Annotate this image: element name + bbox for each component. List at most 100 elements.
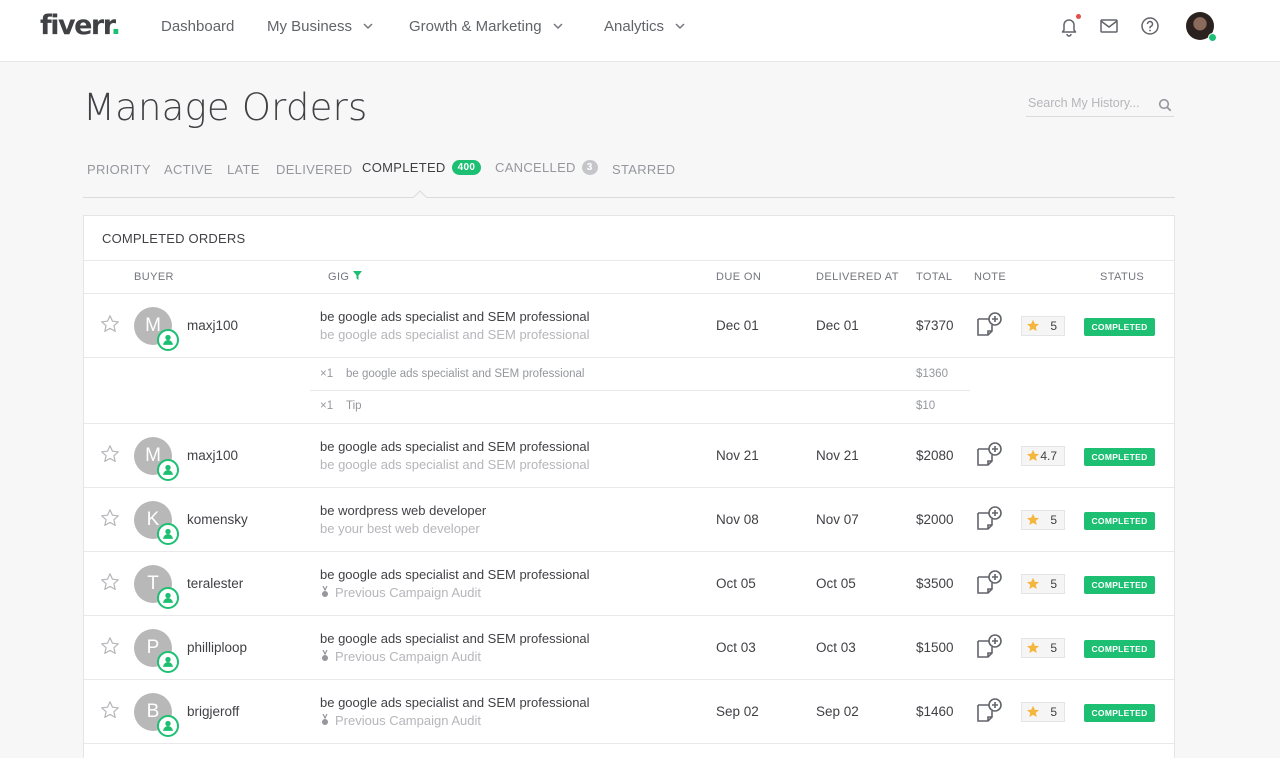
repeat-buyer-icon: [157, 587, 179, 609]
status-badge[interactable]: COMPLETED: [1084, 576, 1155, 594]
tab-delivered[interactable]: DELIVERED: [276, 162, 352, 177]
table-row[interactable]: P philliploop be google ads specialist a…: [84, 616, 1174, 680]
buyer-username[interactable]: teralester: [187, 576, 243, 591]
tab-cancelled[interactable]: CANCELLED 3: [495, 160, 598, 175]
buyer-username[interactable]: maxj100: [187, 318, 238, 333]
buyer-username[interactable]: maxj100: [187, 448, 238, 463]
column-header-due-on[interactable]: DUE ON: [716, 271, 761, 283]
status-badge[interactable]: COMPLETED: [1084, 704, 1155, 722]
chevron-down-icon: [363, 23, 373, 30]
status-badge[interactable]: COMPLETED: [1084, 512, 1155, 530]
table-row[interactable]: K komensky be wordpress web developer be…: [84, 488, 1174, 552]
rating-star-icon: [1027, 449, 1039, 461]
gig-extra-subtitle: Previous Campaign Audit: [320, 649, 481, 664]
star-icon[interactable]: [100, 572, 120, 592]
status-badge[interactable]: COMPLETED: [1084, 318, 1155, 336]
card-title: COMPLETED ORDERS: [102, 231, 246, 246]
extra-description: be google ads specialist and SEM profess…: [346, 368, 585, 380]
column-header-buyer[interactable]: BUYER: [134, 271, 174, 283]
add-note-icon[interactable]: [975, 441, 1003, 469]
buyer-username[interactable]: philliploop: [187, 640, 247, 655]
user-avatar[interactable]: [1186, 12, 1217, 42]
tab-priority[interactable]: PRIORITY: [87, 162, 151, 177]
order-extras: ×1 be google ads specialist and SEM prof…: [84, 359, 1174, 424]
star-icon[interactable]: [100, 444, 120, 464]
buyer-avatar[interactable]: K: [134, 501, 179, 545]
buyer-username[interactable]: brigjeroff: [187, 704, 239, 719]
gig-title[interactable]: be google ads specialist and SEM profess…: [320, 631, 590, 646]
help-icon[interactable]: [1139, 15, 1161, 37]
table-row[interactable]: M maxj100 be google ads specialist and S…: [84, 424, 1174, 488]
gig-extra-subtitle: Previous Campaign Audit: [320, 713, 481, 728]
nav-my-business[interactable]: My Business: [267, 16, 374, 36]
search-input[interactable]: [1026, 93, 1152, 113]
star-icon[interactable]: [100, 508, 120, 528]
nav-analytics[interactable]: Analytics: [604, 16, 686, 36]
add-note-icon[interactable]: [975, 311, 1003, 339]
add-note-icon[interactable]: [975, 505, 1003, 533]
status-badge[interactable]: COMPLETED: [1084, 448, 1155, 466]
repeat-buyer-icon: [157, 459, 179, 481]
nav-growth-marketing[interactable]: Growth & Marketing: [409, 16, 564, 36]
star-icon[interactable]: [100, 636, 120, 656]
repeat-buyer-icon: [157, 651, 179, 673]
buyer-username[interactable]: komensky: [187, 512, 248, 527]
order-status-tabs: PRIORITY ACTIVE LATE DELIVERED COMPLETED…: [83, 160, 1175, 198]
buyer-avatar[interactable]: P: [134, 629, 179, 673]
gig-title[interactable]: be google ads specialist and SEM profess…: [320, 439, 590, 454]
gig-title[interactable]: be google ads specialist and SEM profess…: [320, 695, 590, 710]
due-date: Oct 03: [716, 640, 756, 655]
gig-title[interactable]: be wordpress web developer: [320, 503, 486, 518]
column-header-total[interactable]: TOTAL: [916, 271, 952, 283]
column-header-delivered-at[interactable]: DELIVERED AT: [816, 271, 899, 283]
rating-badge: 5: [1021, 316, 1065, 336]
tab-starred[interactable]: STARRED: [612, 162, 675, 177]
page-title: Manage Orders: [83, 86, 368, 129]
column-header-status: STATUS: [1100, 271, 1145, 283]
rating-badge: 5: [1021, 574, 1065, 594]
gig-title[interactable]: be google ads specialist and SEM profess…: [320, 567, 590, 582]
table-row[interactable]: T teralester be google ads specialist an…: [84, 552, 1174, 616]
due-date: Nov 08: [716, 512, 759, 527]
order-total: $7370: [916, 318, 954, 333]
nav-dashboard[interactable]: Dashboard: [161, 16, 234, 36]
column-header-gig[interactable]: GIG: [328, 271, 363, 283]
status-badge[interactable]: COMPLETED: [1084, 640, 1155, 658]
rating-star-icon: [1027, 641, 1039, 653]
buyer-avatar[interactable]: B: [134, 693, 179, 737]
buyer-avatar[interactable]: M: [134, 437, 179, 481]
online-status-dot: [1208, 33, 1217, 42]
search-box[interactable]: [1026, 93, 1174, 117]
tab-completed[interactable]: COMPLETED 400: [362, 160, 482, 175]
extra-amount: $10: [916, 400, 936, 412]
star-icon[interactable]: [100, 700, 120, 720]
chevron-down-icon: [553, 23, 563, 30]
add-note-icon[interactable]: [975, 569, 1003, 597]
table-row[interactable]: B brigjeroff be google ads specialist an…: [84, 680, 1174, 744]
add-note-icon[interactable]: [975, 633, 1003, 661]
tab-active[interactable]: ACTIVE: [164, 162, 213, 177]
divider: [84, 260, 1174, 261]
extra-quantity: ×1: [320, 368, 334, 380]
rating-badge: 5: [1021, 510, 1065, 530]
filter-icon[interactable]: [353, 271, 363, 280]
table-row[interactable]: M maxj100 be google ads specialist and S…: [84, 294, 1174, 358]
fiverr-logo[interactable]: fiverr.: [40, 10, 121, 41]
buyer-avatar[interactable]: T: [134, 565, 179, 609]
search-icon[interactable]: [1158, 98, 1172, 112]
add-note-icon[interactable]: [975, 697, 1003, 725]
rating-star-icon: [1027, 513, 1039, 525]
extra-quantity: ×1: [320, 400, 334, 412]
medal-icon: [322, 649, 328, 661]
due-date: Oct 05: [716, 576, 756, 591]
extra-amount: $1360: [916, 368, 948, 380]
envelope-icon[interactable]: [1098, 15, 1120, 37]
order-total: $1500: [916, 640, 954, 655]
star-icon[interactable]: [100, 314, 120, 334]
tab-late[interactable]: LATE: [227, 162, 260, 177]
extra-description: Tip: [346, 400, 362, 412]
gig-subtitle: be google ads specialist and SEM profess…: [320, 457, 590, 472]
buyer-avatar[interactable]: M: [134, 307, 179, 351]
gig-title[interactable]: be google ads specialist and SEM profess…: [320, 309, 590, 324]
due-date: Nov 21: [716, 448, 759, 463]
